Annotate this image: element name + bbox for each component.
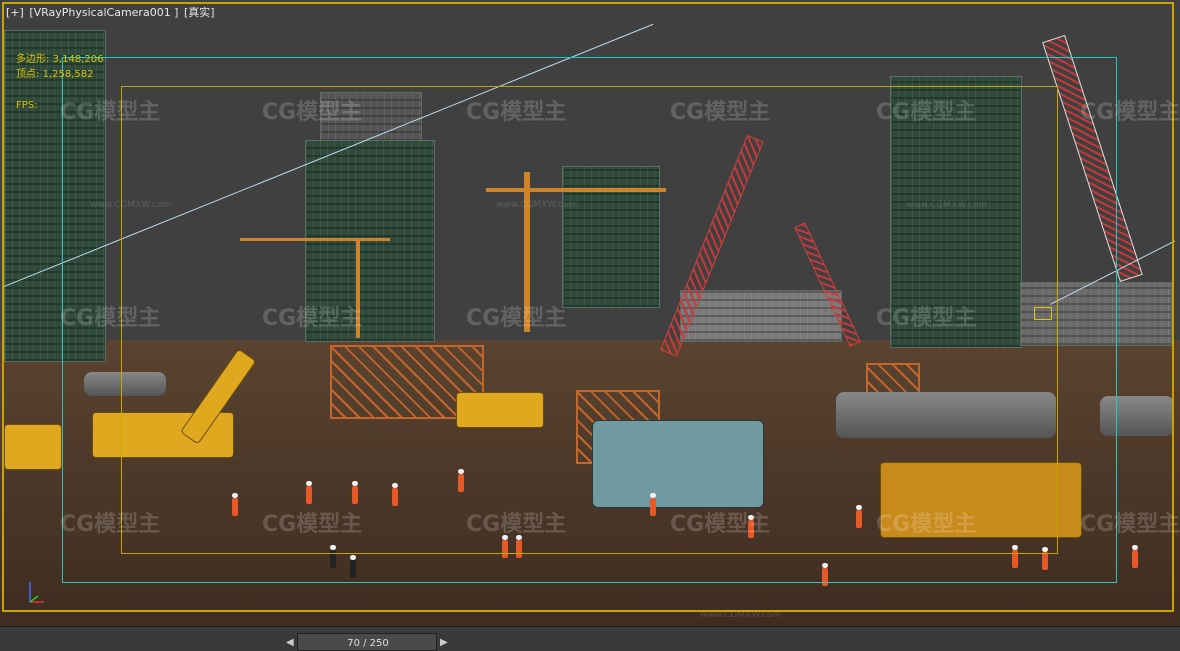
watermark-logo: CG模型主 [876,512,977,537]
watermark-logo: CG模型主 [60,100,161,125]
watermark-logo: CG模型主 [876,306,977,331]
viewport-label-menu[interactable]: [+] [VRayPhysicalCamera001 ] [真实] [6,4,217,20]
watermark-url: www.CGMXW.com [700,610,782,620]
camera-viewport[interactable]: CG模型主 CG模型主 CG模型主 CG模型主 CG模型主 CG模型主 CG模型… [0,0,1180,626]
watermark-logo: CG模型主 [1080,100,1180,125]
watermark-logo: CG模型主 [670,100,771,125]
watermark-logo: CG模型主 [1080,512,1180,537]
time-slider-bar: ◀ 70 / 250 ▶ [0,626,1180,651]
watermark-url: www.CGMXW.com [906,200,988,210]
left-arrow-icon[interactable]: ◀ [286,637,294,648]
watermark-logo: CG模型主 [670,512,771,537]
watermark-logo: CG模型主 [466,100,567,125]
watermark-logo: CG模型主 [60,512,161,537]
frame-counter: 70 / 250 [347,638,389,649]
camera-target-marker[interactable] [1034,307,1052,320]
viewport-statistics: 多边形: 3,148,206 顶点: 1,258,582 [16,52,103,82]
watermark-logo: CG模型主 [262,100,363,125]
watermark-logo: CG模型主 [466,512,567,537]
right-arrow-icon[interactable]: ▶ [440,637,448,648]
polys-value: 3,148,206 [52,54,104,65]
watermark-logo: CG模型主 [262,512,363,537]
viewport-plus-menu[interactable]: [+] [6,6,24,19]
verts-label: 顶点: [16,69,40,80]
watermark-logo: CG模型主 [262,306,363,331]
watermark-url: www.CGMXW.com [496,200,578,210]
viewport-shading-menu[interactable]: [真实] [184,6,215,19]
verts-value: 1,258,582 [42,69,94,80]
fps-label: FPS: [16,100,38,111]
watermark-logo: CG模型主 [60,306,161,331]
polys-label: 多边形: [16,54,50,65]
time-slider[interactable]: 70 / 250 [297,633,437,651]
watermark-logo: CG模型主 [876,100,977,125]
viewport-camera-menu[interactable]: [VRayPhysicalCamera001 ] [29,6,178,19]
axis-gizmo-icon [29,582,44,603]
watermark-url: www.CGMXW.com [90,200,172,210]
watermark-logo: CG模型主 [466,306,567,331]
